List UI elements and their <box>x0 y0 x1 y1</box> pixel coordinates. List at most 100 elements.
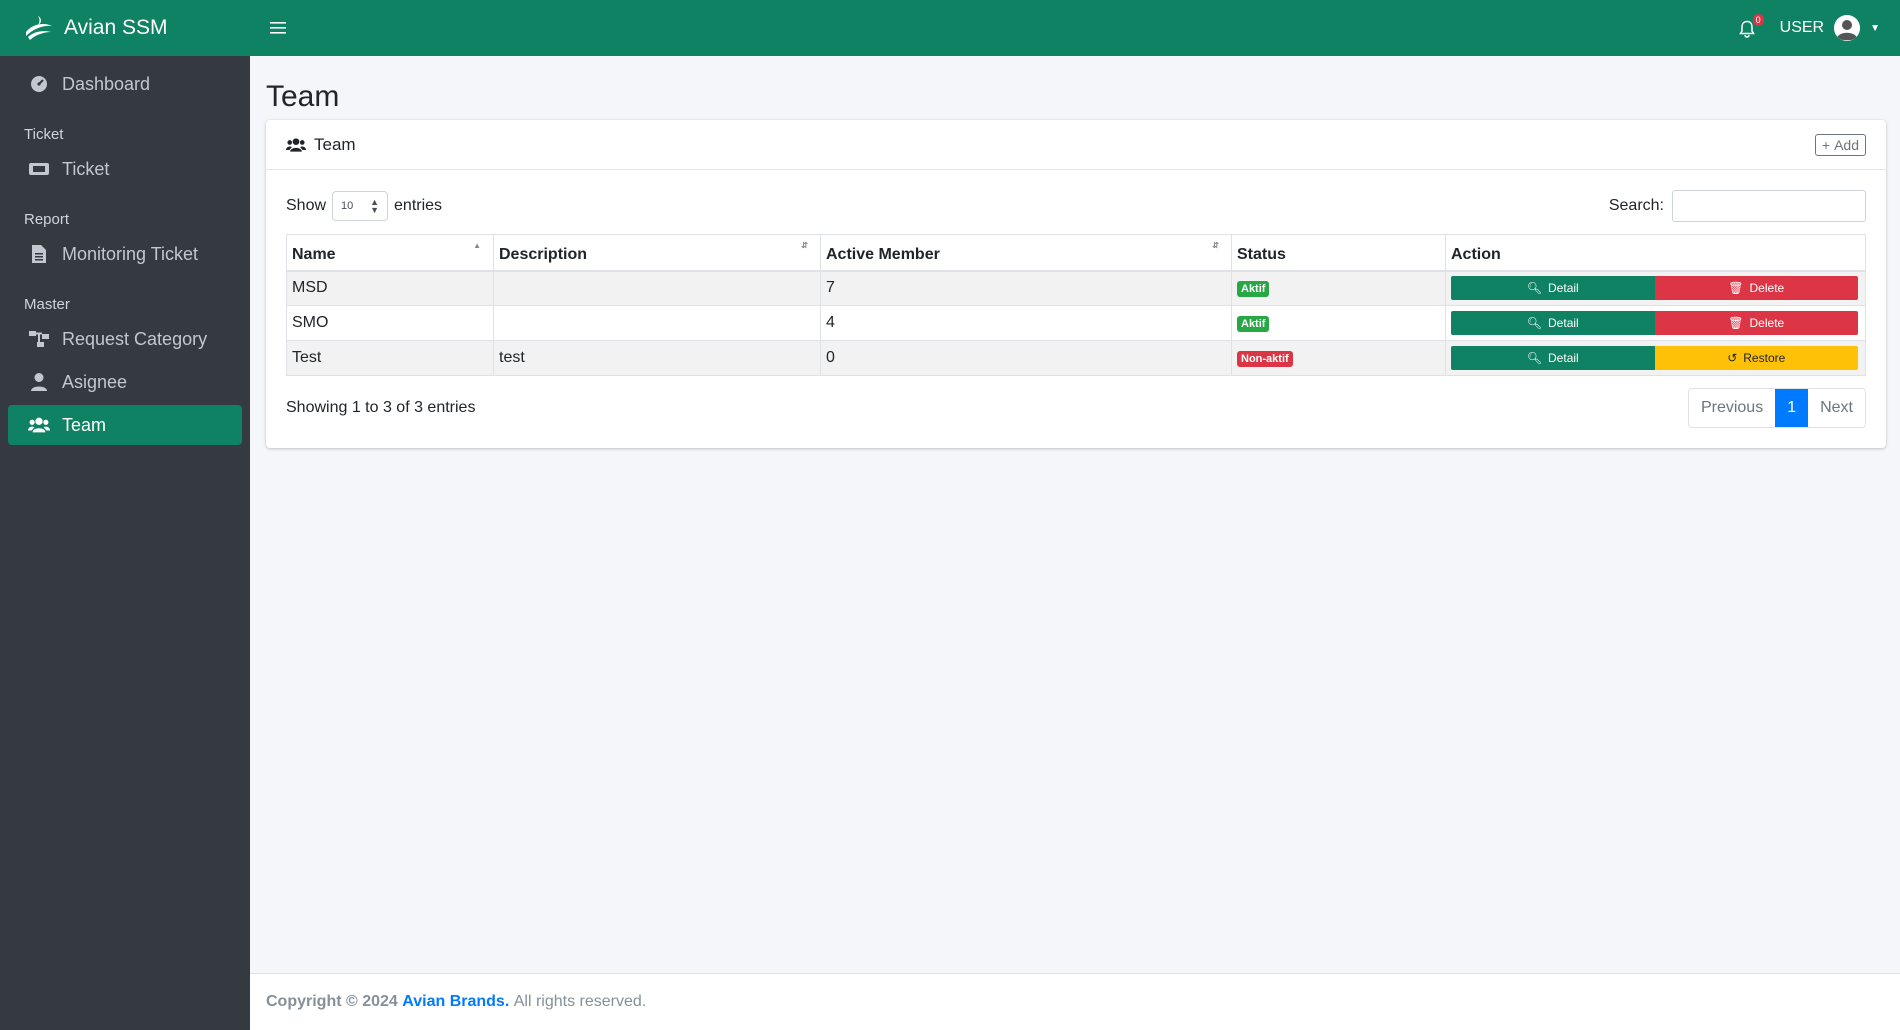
sidebar-item-label: Monitoring Ticket <box>62 243 199 264</box>
page-1-button[interactable]: 1 <box>1775 389 1809 427</box>
cell-description: test <box>493 340 821 376</box>
entries-label: entries <box>394 197 443 214</box>
column-header-description[interactable]: Description ⇵ <box>493 234 821 272</box>
sidebar-item-ticket[interactable]: Ticket <box>8 149 242 189</box>
table-controls: Show 10 ▲ ▼ entries Search: <box>286 190 1866 222</box>
status-badge: Aktif <box>1237 316 1270 332</box>
card-title-text: Team <box>314 134 356 154</box>
nav-header-report: Report <box>24 211 70 228</box>
sort-asc-icon: ▲ <box>473 241 481 250</box>
main-content: Team Team + Add Show 10 ▲ ▼ entries Sear… <box>250 56 1900 973</box>
sidebar-item-asignee[interactable]: Asignee <box>8 362 242 402</box>
show-label: Show <box>286 197 327 214</box>
column-header-action: Action <box>1445 234 1866 272</box>
cell-name: MSD <box>286 270 494 306</box>
sidebar-item-dashboard[interactable]: Dashboard <box>8 64 242 104</box>
user-label: USER <box>1779 19 1825 36</box>
previous-page-button[interactable]: Previous <box>1689 389 1775 427</box>
status-badge: Non-aktif <box>1237 351 1293 367</box>
page-title: Team <box>266 80 340 113</box>
topbar: 0 USER ▼ <box>250 0 1900 56</box>
table-header-row: Name ▲ Description ⇵ Active Member ⇵ Status… <box>286 234 1866 272</box>
caret-down-icon: ▼ <box>1870 22 1880 34</box>
row-actions: 🔍︎ Detail 🗑︎ Delete <box>1451 276 1858 301</box>
cell-name: Test <box>286 340 494 376</box>
cell-active-member: 0 <box>820 340 1232 376</box>
avatar <box>1834 15 1861 41</box>
brand-name: Avian SSM <box>64 16 168 39</box>
row-actions: 🔍︎ Detail ↺ Restore <box>1451 346 1858 370</box>
table-row: MSD 7 Aktif 🔍︎ Detail 🗑︎ Delete <box>286 270 1866 306</box>
rights-text: All rights reserved. <box>513 993 647 1010</box>
sort-icon: ⇵ <box>801 241 808 250</box>
cell-active-member: 4 <box>820 305 1232 341</box>
table-row: SMO 4 Aktif 🔍︎ Detail 🗑︎ Delete <box>286 305 1866 341</box>
sidebar-item-label: Dashboard <box>62 73 151 94</box>
add-button-label: Add <box>1834 136 1859 153</box>
user-menu[interactable]: USER ▼ <box>1780 15 1880 41</box>
search-input[interactable] <box>1672 190 1866 222</box>
detail-button[interactable]: 🔍︎ Detail <box>1451 346 1655 370</box>
next-page-button[interactable]: Next <box>1808 389 1865 427</box>
search-label: Search: <box>1608 197 1664 214</box>
card-header: Team + Add <box>266 120 1886 170</box>
sidebar: Avian SSM Dashboard Ticket Ticket Report… <box>0 0 250 1030</box>
delete-button[interactable]: 🗑︎ Delete <box>1654 311 1858 335</box>
search-icon: 🔍︎ <box>1526 281 1543 296</box>
sidebar-item-label: Request Category <box>62 328 208 349</box>
card-title: Team <box>286 135 356 155</box>
column-header-active-member[interactable]: Active Member ⇵ <box>820 234 1232 272</box>
sidebar-item-monitoring-ticket[interactable]: Monitoring Ticket <box>8 234 242 274</box>
sidebar-item-label: Asignee <box>62 371 128 392</box>
cell-name: SMO <box>286 305 494 341</box>
row-actions: 🔍︎ Detail 🗑︎ Delete <box>1451 311 1858 335</box>
entries-length: Show 10 ▲ ▼ entries <box>286 191 442 221</box>
sort-arrows-icon: ▲ ▼ <box>370 197 380 215</box>
document-icon <box>28 243 50 265</box>
column-header-status: Status <box>1231 234 1446 272</box>
card-body: Show 10 ▲ ▼ entries Search: Name ▲ Descr… <box>266 170 1886 448</box>
add-button[interactable]: + Add <box>1814 133 1866 156</box>
users-icon <box>286 137 306 153</box>
cell-active-member: 7 <box>820 270 1232 306</box>
restore-button[interactable]: ↺ Restore <box>1654 346 1858 370</box>
footer: Copyright © 2024 Avian Brands. All right… <box>250 973 1900 1030</box>
gauge-icon <box>28 73 50 95</box>
cell-description <box>493 270 821 306</box>
table-footer: Showing 1 to 3 of 3 entries Previous 1 N… <box>286 388 1866 428</box>
brand[interactable]: Avian SSM <box>0 0 250 56</box>
copyright-text: Copyright © 2024 <box>266 993 398 1010</box>
detail-button[interactable]: 🔍︎ Detail <box>1451 276 1655 301</box>
sidebar-item-team[interactable]: Team <box>8 405 242 445</box>
company-link[interactable]: Avian Brands. <box>402 993 509 1011</box>
delete-button[interactable]: 🗑︎ Delete <box>1654 276 1858 301</box>
user-icon <box>28 371 50 393</box>
sidebar-item-request-category[interactable]: Request Category <box>8 319 242 359</box>
users-icon <box>28 414 50 436</box>
avian-logo-icon <box>26 16 52 40</box>
entries-select[interactable]: 10 ▲ ▼ <box>332 191 389 221</box>
hamburger-menu-icon[interactable] <box>270 21 286 35</box>
detail-button[interactable]: 🔍︎ Detail <box>1451 311 1655 335</box>
notification-badge: 0 <box>1752 14 1764 26</box>
trash-icon: 🗑︎ <box>1728 316 1744 330</box>
plus-icon: + <box>1821 136 1831 153</box>
trash-icon: 🗑︎ <box>1728 281 1744 296</box>
search-icon: 🔍︎ <box>1526 351 1543 365</box>
sidebar-item-label: Team <box>62 414 107 435</box>
notification-bell-button[interactable]: 0 <box>1738 14 1764 38</box>
cell-description <box>493 305 821 341</box>
table-row: Test test 0 Non-aktif 🔍︎ Detail ↺ Restor… <box>286 340 1866 376</box>
sort-icon: ⇵ <box>1212 241 1219 250</box>
ticket-icon <box>28 158 50 180</box>
nav-header-ticket: Ticket <box>24 126 64 143</box>
search-icon: 🔍︎ <box>1526 316 1543 330</box>
nav-header-master: Master <box>24 296 70 313</box>
entries-select-value: 10 <box>341 200 354 212</box>
table-info: Showing 1 to 3 of 3 entries <box>286 399 476 416</box>
team-table: Name ▲ Description ⇵ Active Member ⇵ Status… <box>286 234 1866 376</box>
team-card: Team + Add Show 10 ▲ ▼ entries Search: N… <box>266 120 1886 448</box>
sidebar-item-label: Ticket <box>62 158 110 179</box>
status-badge: Aktif <box>1237 281 1270 298</box>
column-header-name[interactable]: Name ▲ <box>286 234 494 272</box>
